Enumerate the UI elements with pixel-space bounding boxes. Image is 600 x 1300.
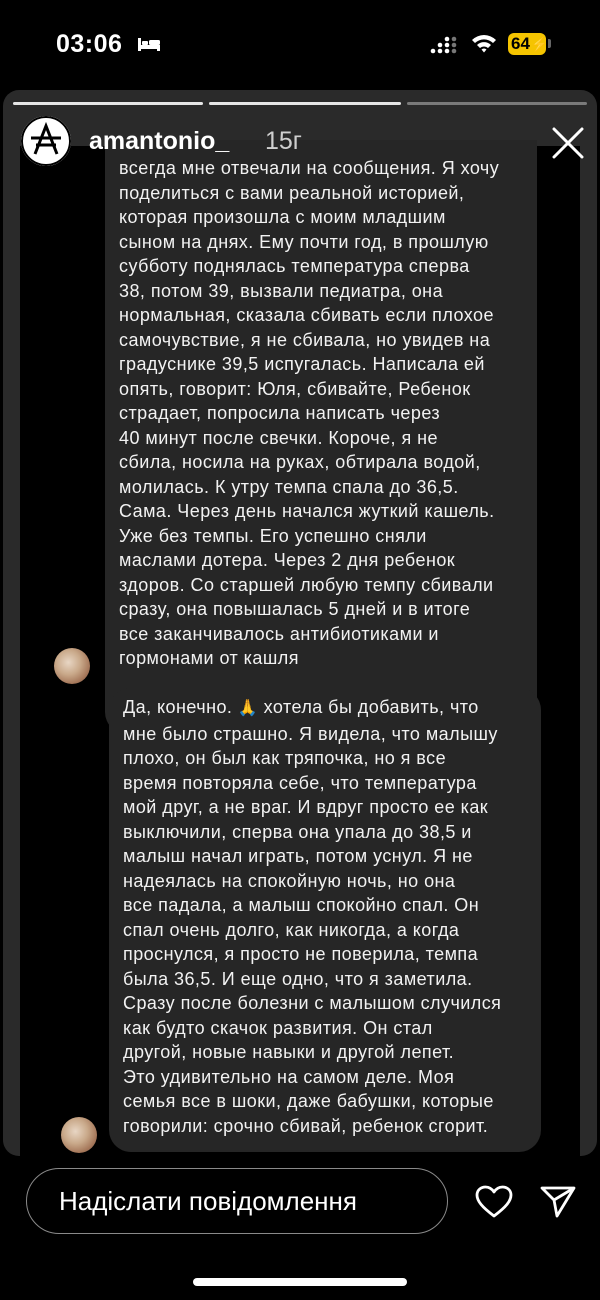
heart-icon[interactable] <box>475 1185 513 1219</box>
message-text-start: Да, конечно. <box>123 697 238 717</box>
praying-hands-emoji: 🙏 <box>237 700 259 717</box>
message-bubble: всегда мне отвечали на сообщения. Я хочу… <box>105 140 537 734</box>
story-time-ago: 15г <box>265 127 302 155</box>
battery-tip <box>548 39 551 48</box>
close-icon[interactable] <box>551 126 585 160</box>
sender-avatar <box>61 1117 97 1153</box>
send-message-input[interactable]: Надіслати повідомлення <box>26 1168 448 1234</box>
message-text-rest: хотела бы добавить, что мне было страшно… <box>123 697 502 1136</box>
message-text: Да, конечно. 🙏 хотела бы добавить, что м… <box>123 695 527 1138</box>
battery-icon: 64 ⚡ <box>508 33 548 55</box>
status-time: 03:06 <box>56 30 123 58</box>
story-viewer[interactable]: всегда мне отвечали на сообщения. Я хочу… <box>3 90 597 1156</box>
profile-avatar[interactable] <box>21 116 71 166</box>
signal-icon <box>430 36 457 54</box>
story-progress-segment <box>209 102 401 105</box>
battery-level: 64 <box>511 34 530 53</box>
story-progress-segment <box>13 102 203 105</box>
status-bar: 03:06 64 ⚡ <box>0 0 600 90</box>
message-text: всегда мне отвечали на сообщения. Я хочу… <box>119 158 500 668</box>
story-username[interactable]: amantonio_ <box>89 127 229 156</box>
sender-avatar <box>54 648 90 684</box>
wifi-icon <box>472 35 496 53</box>
send-message-placeholder: Надіслати повідомлення <box>59 1185 357 1216</box>
home-indicator[interactable] <box>193 1278 407 1286</box>
bed-icon <box>138 38 160 51</box>
brand-logo-icon <box>21 116 71 166</box>
send-icon[interactable] <box>540 1185 576 1219</box>
message-bubble: Да, конечно. 🙏 хотела бы добавить, что м… <box>109 688 541 1152</box>
story-progress-segment <box>407 102 587 105</box>
